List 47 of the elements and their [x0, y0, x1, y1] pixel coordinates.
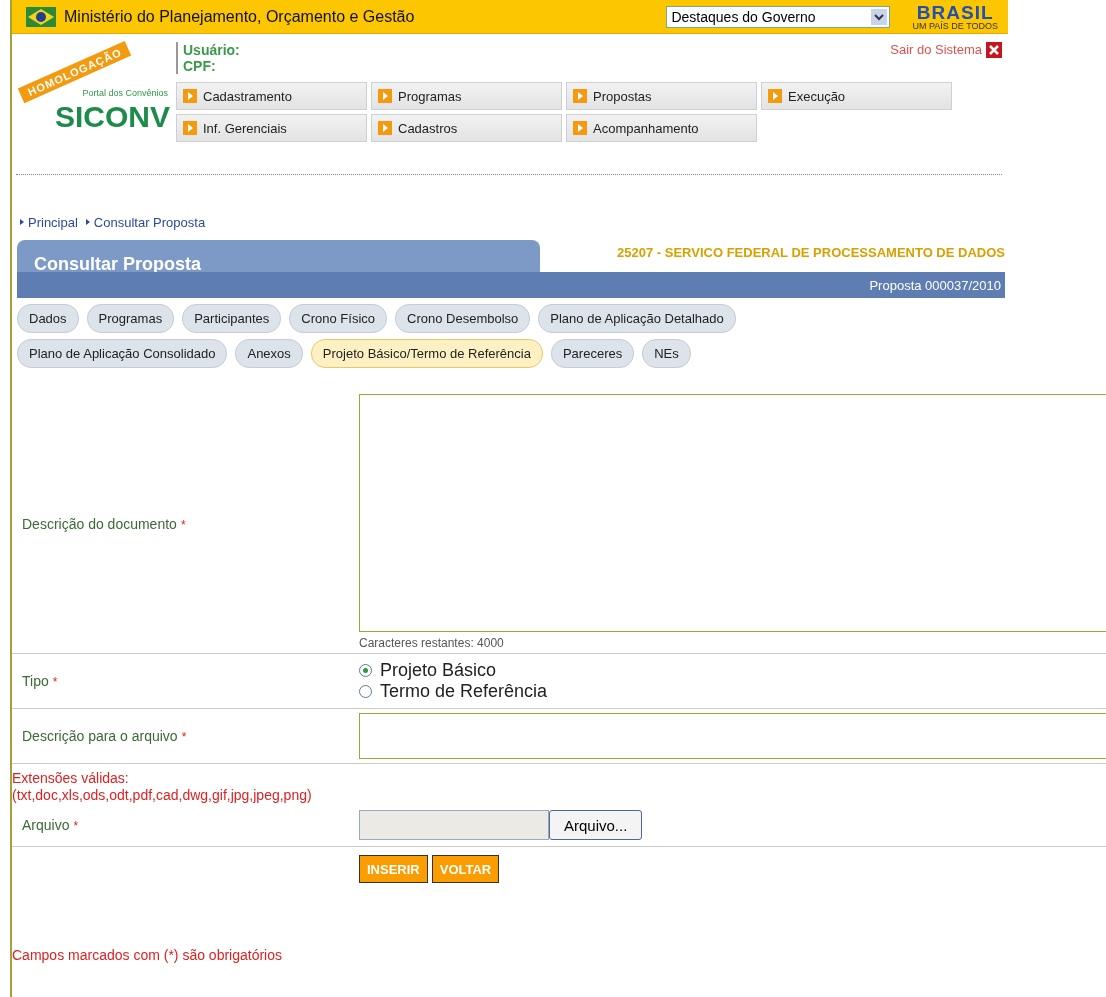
- brasil-logo: BRASIL UM PAÍS DE TODOS: [912, 2, 998, 31]
- menu-item[interactable]: Cadastramento: [176, 82, 367, 110]
- field-label: Tipo: [22, 673, 49, 689]
- close-icon[interactable]: [986, 42, 1002, 58]
- tab[interactable]: Projeto Básico/Termo de Referência: [310, 339, 543, 368]
- field-label: Descrição do documento: [22, 515, 177, 532]
- file-path-field[interactable]: [359, 810, 549, 840]
- menu-item[interactable]: Programas: [371, 82, 562, 110]
- extensions-note: (txt,doc,xls,ods,odt,pdf,cad,dwg,gif,jpg,jpeg,png): [12, 787, 313, 804]
- tab[interactable]: Crono Desembolso: [395, 304, 531, 333]
- user-label: Usuário:: [183, 42, 240, 58]
- breadcrumb-link[interactable]: Consultar Proposta: [85, 215, 206, 230]
- government-highlights-select[interactable]: Destaques do Governo: [666, 5, 891, 28]
- tab[interactable]: NEs: [642, 339, 691, 368]
- menu-item[interactable]: Cadastros: [371, 114, 562, 142]
- tab[interactable]: Participantes: [182, 304, 282, 333]
- flag-icon: [26, 6, 56, 27]
- browse-button[interactable]: Arquivo...: [549, 810, 643, 840]
- tab[interactable]: Anexos: [235, 339, 303, 368]
- menu-item[interactable]: Propostas: [566, 82, 757, 110]
- required-mark: *: [180, 517, 186, 532]
- tab[interactable]: Crono Físico: [289, 304, 387, 333]
- tab[interactable]: Programas: [86, 304, 175, 333]
- radio-option[interactable]: Termo de Referência: [359, 681, 1106, 702]
- character-counter: Caracteres restantes: 4000: [359, 635, 505, 652]
- required-mark: *: [52, 675, 58, 689]
- tab[interactable]: Plano de Aplicação Detalhado: [538, 304, 736, 333]
- ministry-title: Ministério do Planejamento, Orçamento e Gestão: [64, 7, 415, 26]
- field-label: Arquivo: [22, 817, 70, 833]
- required-mark: *: [73, 819, 79, 833]
- radio-option[interactable]: Projeto Básico: [359, 660, 1106, 681]
- logout-link[interactable]: Sair do Sistema: [890, 42, 982, 57]
- menu-item[interactable]: Acompanhamento: [566, 114, 757, 142]
- required-fields-note: Campos marcados com (*) são obrigatórios: [12, 947, 283, 963]
- required-mark: *: [181, 730, 187, 744]
- field-label: Descrição para o arquivo: [22, 728, 178, 744]
- proposal-number: Proposta 000037/2010: [869, 277, 1002, 293]
- menu-item[interactable]: Inf. Gerenciais: [176, 114, 367, 142]
- organization-name: 25207 - SERVICO FEDERAL DE PROCESSAMENTO DE DADOS: [617, 245, 1005, 260]
- tab[interactable]: Plano de Aplicação Consolidado: [17, 339, 228, 368]
- menu-item[interactable]: Execução: [761, 82, 952, 110]
- tab[interactable]: Dados: [17, 304, 79, 333]
- tab[interactable]: Pareceres: [550, 339, 635, 368]
- extensions-note: Extensões válidas:: [12, 770, 130, 787]
- file-description-field[interactable]: [359, 713, 1106, 759]
- cpf-label: CPF:: [183, 58, 217, 74]
- breadcrumb-link[interactable]: Principal: [20, 215, 78, 230]
